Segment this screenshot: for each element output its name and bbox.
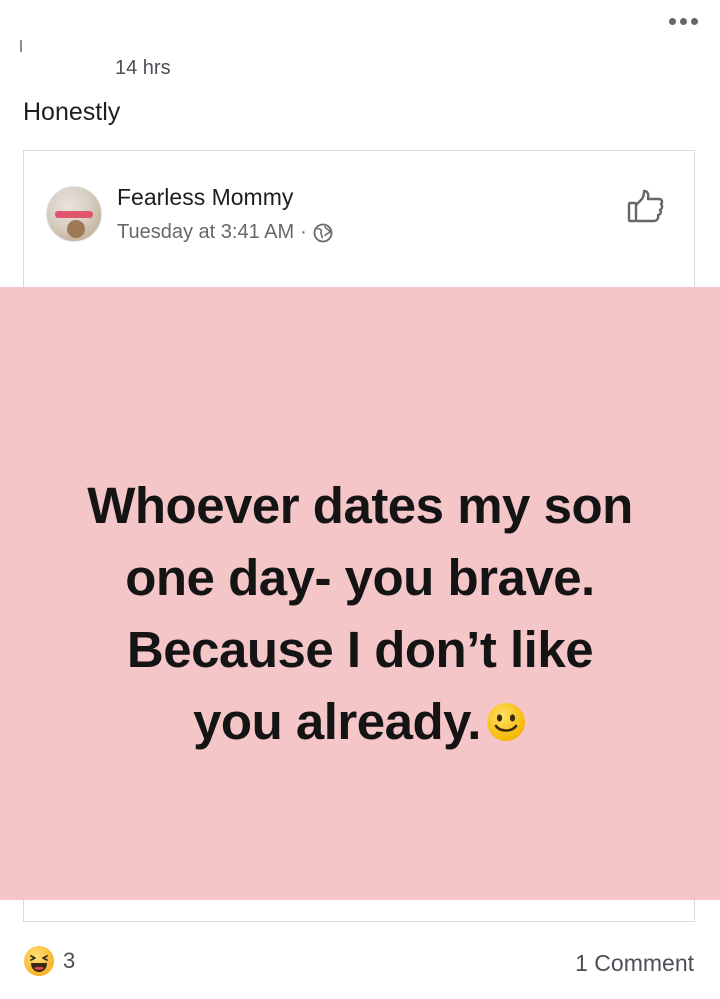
meta-separator: · xyxy=(300,221,307,243)
status-mark xyxy=(20,40,22,52)
haha-icon xyxy=(24,946,54,976)
shared-post-meta: Tuesday at 3:41 AM · xyxy=(117,221,333,244)
shared-post-header: Fearless Mommy Tuesday at 3:41 AM · xyxy=(24,151,694,288)
image-text-line-last: you already. xyxy=(0,686,720,758)
post-caption: Honestly xyxy=(23,98,121,126)
image-text-line: Whoever dates my son xyxy=(87,477,633,534)
image-text-line: Because I don’t like xyxy=(126,621,594,678)
reaction-count: 3 xyxy=(63,948,76,973)
author-name[interactable]: Fearless Mommy xyxy=(117,184,293,211)
globe-icon xyxy=(313,223,333,242)
reactions-summary[interactable]: 3 xyxy=(23,945,75,977)
shared-image[interactable]: Whoever dates my son one day- you brave.… xyxy=(0,287,720,900)
author-avatar[interactable] xyxy=(46,186,102,242)
shared-image-text: Whoever dates my son one day- you brave.… xyxy=(0,470,720,758)
shared-post-timestamp[interactable]: Tuesday at 3:41 AM xyxy=(117,221,294,244)
more-options-icon[interactable] xyxy=(669,18,698,25)
image-text-line: you already. xyxy=(193,693,481,750)
like-icon[interactable] xyxy=(626,187,666,227)
comments-link[interactable]: 1 Comment xyxy=(575,950,694,977)
smile-emoji-icon xyxy=(486,703,525,741)
image-text-line: one day- you brave. xyxy=(125,549,595,606)
post-timestamp[interactable]: 14 hrs xyxy=(115,57,171,80)
